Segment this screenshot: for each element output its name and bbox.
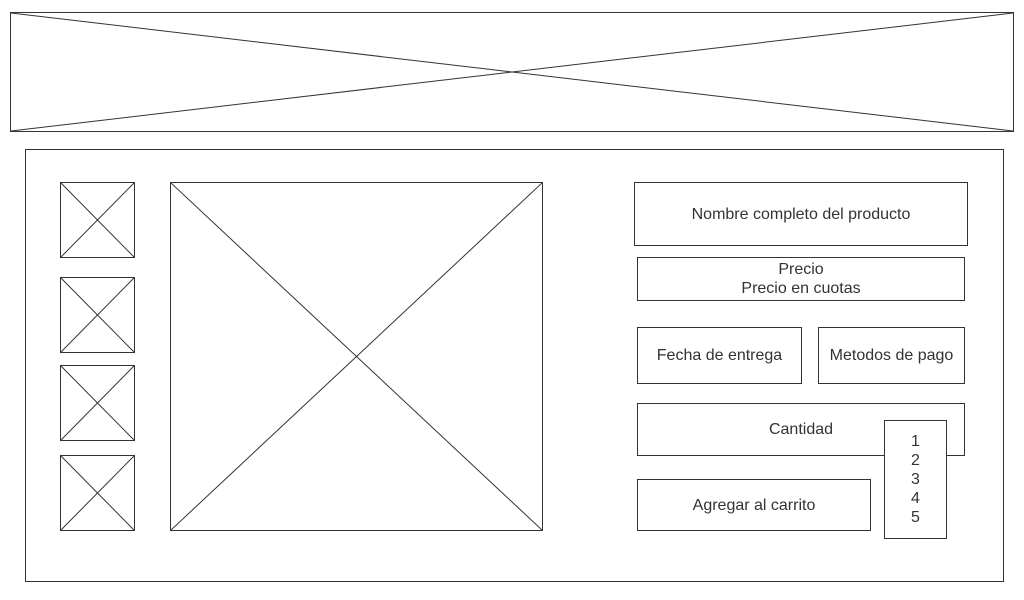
product-thumbnail[interactable] <box>60 365 135 441</box>
image-placeholder-icon <box>171 183 542 530</box>
banner-image <box>10 12 1014 132</box>
product-thumbnail[interactable] <box>60 182 135 258</box>
image-placeholder-icon <box>61 183 134 257</box>
product-main-image <box>170 182 543 531</box>
quantity-option-4[interactable]: 4 <box>911 489 920 508</box>
quantity-option-1[interactable]: 1 <box>911 432 920 451</box>
payment-methods-button[interactable]: Metodos de pago <box>818 327 965 384</box>
quantity-dropdown-list: 1 2 3 4 5 <box>884 420 947 539</box>
delivery-date-label: Fecha de entrega <box>656 347 783 364</box>
price-installments-text: Precio en cuotas <box>741 280 861 297</box>
quantity-option-5[interactable]: 5 <box>911 508 920 527</box>
payment-methods-label: Metodos de pago <box>829 347 954 364</box>
image-placeholder-icon <box>61 366 134 440</box>
quantity-label: Cantidad <box>768 421 834 438</box>
product-name-text: Nombre completo del producto <box>691 205 911 223</box>
add-to-cart-button[interactable]: Agregar al carrito <box>637 479 871 531</box>
product-thumbnail[interactable] <box>60 455 135 531</box>
quantity-option-2[interactable]: 2 <box>911 451 920 470</box>
image-placeholder-icon <box>61 456 134 530</box>
price-box: Precio Precio en cuotas <box>637 257 965 301</box>
product-thumbnail[interactable] <box>60 277 135 353</box>
price-text: Precio <box>778 261 824 278</box>
quantity-option-3[interactable]: 3 <box>911 470 920 489</box>
image-placeholder-icon <box>61 278 134 352</box>
product-name: Nombre completo del producto <box>634 182 968 246</box>
delivery-date-button[interactable]: Fecha de entrega <box>637 327 802 384</box>
add-to-cart-label: Agregar al carrito <box>692 496 816 514</box>
image-placeholder-icon <box>11 13 1013 131</box>
